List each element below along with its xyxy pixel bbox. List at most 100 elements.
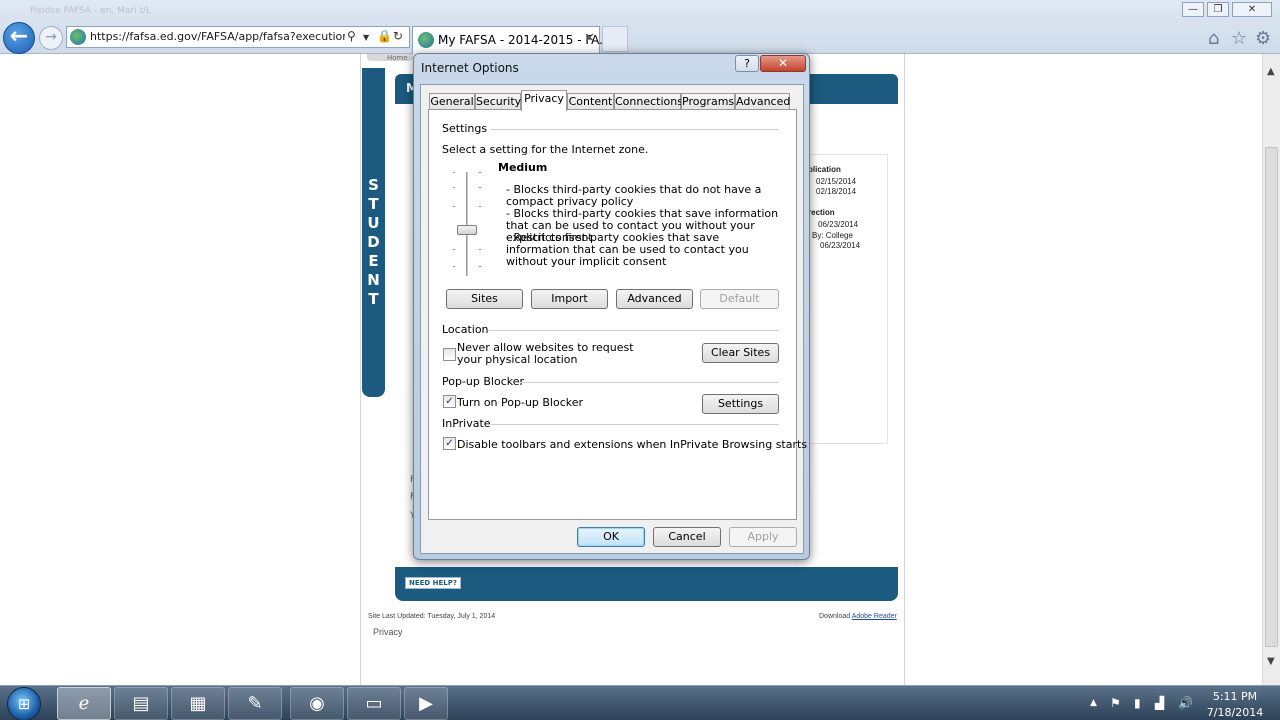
tab-security[interactable]: Security bbox=[475, 93, 521, 110]
start-button[interactable]: ⊞ bbox=[7, 687, 41, 720]
dialog-close-button[interactable]: ✕ bbox=[760, 55, 806, 72]
forward-button[interactable]: → bbox=[39, 26, 63, 50]
location-group-label: Location bbox=[442, 323, 489, 336]
need-help-button[interactable]: NEED HELP? bbox=[405, 577, 461, 589]
advanced-button[interactable]: Advanced bbox=[616, 289, 693, 309]
address-bar[interactable]: https://fafsa.ed.gov/FAFSA/app/fafsa?exe… bbox=[66, 26, 410, 48]
dialog-title: Internet Options bbox=[421, 61, 519, 75]
privacy-level-slider-track[interactable] bbox=[466, 172, 468, 276]
scroll-thumb[interactable] bbox=[1265, 147, 1278, 647]
privacy-level-description: - Restricts first-party cookies that sav… bbox=[506, 231, 749, 268]
application-status-panel: plication 02/15/2014 02/18/2014 rection … bbox=[805, 154, 888, 444]
sites-button[interactable]: Sites bbox=[446, 289, 523, 309]
browser-tab-fafsa[interactable]: My FAFSA - 2014-2015 - FA... ✕ bbox=[412, 26, 611, 54]
clock-time[interactable]: 5:11 PM bbox=[1205, 690, 1265, 703]
side-panel-heading: rection bbox=[808, 208, 835, 217]
lock-icon[interactable]: 🔒 bbox=[377, 29, 392, 43]
favorites-star-icon[interactable]: ☆ bbox=[1231, 28, 1247, 49]
side-panel-date: 06/23/2014 bbox=[820, 241, 861, 250]
network-signal-icon[interactable]: ▟ bbox=[1155, 696, 1164, 710]
restore-button[interactable]: ❐ bbox=[1207, 2, 1229, 17]
window-close-button[interactable]: ✕ bbox=[1232, 2, 1272, 17]
default-button[interactable]: Default bbox=[700, 289, 779, 309]
volume-icon[interactable]: 🔊 bbox=[1178, 696, 1193, 710]
download-label: Download bbox=[819, 613, 851, 620]
battery-icon[interactable]: ▮ bbox=[1134, 696, 1141, 710]
site-globe-icon bbox=[70, 29, 86, 45]
internet-options-dialog: Internet Options ? ✕ General Security Pr… bbox=[413, 53, 810, 560]
privacy-level-slider-thumb[interactable] bbox=[457, 225, 477, 235]
clear-sites-button[interactable]: Clear Sites bbox=[702, 343, 779, 363]
popup-blocker-checkbox[interactable]: ✓ bbox=[443, 395, 456, 408]
side-panel-heading: plication bbox=[808, 165, 841, 174]
taskbar-folder-icon[interactable]: ▭ bbox=[347, 687, 401, 720]
tab-general[interactable]: General bbox=[429, 93, 475, 110]
tab-close-icon[interactable]: ✕ bbox=[584, 31, 595, 46]
search-icon[interactable]: ⚲ bbox=[347, 29, 356, 43]
tab-advanced[interactable]: Advanced bbox=[735, 93, 790, 110]
tab-content[interactable]: Content bbox=[567, 93, 614, 110]
student-letter: E bbox=[368, 252, 379, 270]
inprivate-checkbox[interactable]: ✓ bbox=[443, 437, 456, 450]
taskbar-tools-icon[interactable]: ✎ bbox=[228, 687, 282, 720]
tab-connections[interactable]: Connections bbox=[614, 93, 683, 110]
slider-tick bbox=[479, 172, 481, 173]
ok-button[interactable]: OK bbox=[577, 527, 645, 547]
tools-gear-icon[interactable]: ⚙ bbox=[1255, 28, 1271, 49]
apply-button[interactable]: Apply bbox=[729, 527, 797, 547]
privacy-tab-panel: Settings Select a setting for the Intern… bbox=[428, 109, 807, 520]
taskbar-internet-explorer-icon[interactable]: ℯ bbox=[57, 687, 111, 720]
privacy-link[interactable]: Privacy bbox=[373, 627, 403, 637]
settings-group-label: Settings bbox=[442, 122, 488, 135]
window-title-faded: Fixidse FAFSA - en, Mari t/L bbox=[30, 6, 152, 16]
dropdown-arrow-icon[interactable]: ▼ bbox=[363, 33, 369, 42]
tab-globe-icon bbox=[418, 32, 434, 48]
popup-settings-button[interactable]: Settings bbox=[702, 394, 779, 414]
home-tab[interactable]: Home bbox=[367, 54, 413, 61]
privacy-level-name: Medium bbox=[498, 161, 548, 174]
taskbar-media-player-icon[interactable]: ▶ bbox=[404, 687, 448, 720]
group-divider bbox=[491, 424, 779, 425]
dialog-body: General Security Privacy Content Connect… bbox=[420, 84, 807, 554]
scroll-down-arrow-icon[interactable]: ▼ bbox=[1267, 656, 1275, 667]
tab-programs[interactable]: Programs bbox=[681, 93, 735, 110]
student-letter: T bbox=[368, 195, 379, 213]
address-url[interactable]: https://fafsa.ed.gov/FAFSA/app/fafsa?exe… bbox=[90, 30, 345, 43]
student-letter: N bbox=[367, 271, 380, 289]
cancel-button[interactable]: Cancel bbox=[653, 527, 721, 547]
new-tab-button[interactable] bbox=[602, 26, 628, 52]
clock-date[interactable]: 7/18/2014 bbox=[1205, 706, 1265, 719]
location-checkbox[interactable] bbox=[443, 348, 456, 361]
group-divider bbox=[517, 382, 779, 383]
home-icon[interactable]: ⌂ bbox=[1208, 28, 1219, 49]
page-footer-band: NEED HELP? bbox=[395, 567, 898, 601]
student-side-banner: S T U D E N T bbox=[362, 68, 385, 397]
settings-instruction: Select a setting for the Internet zone. bbox=[442, 143, 649, 156]
tab-privacy[interactable]: Privacy bbox=[521, 90, 567, 111]
refresh-icon[interactable]: ↻ bbox=[393, 29, 403, 43]
scroll-up-arrow-icon[interactable]: ▲ bbox=[1267, 66, 1275, 77]
student-letter: U bbox=[367, 214, 380, 232]
popup-blocker-label: Turn on Pop-up Blocker bbox=[457, 396, 584, 409]
taskbar-app-icon[interactable]: ▤ bbox=[114, 687, 168, 720]
back-button[interactable]: ← bbox=[3, 22, 35, 54]
student-letter: D bbox=[367, 233, 380, 251]
vertical-scrollbar[interactable]: ▲ ▼ bbox=[1262, 54, 1280, 685]
group-divider bbox=[489, 330, 779, 331]
tray-expand-icon[interactable]: ▲ bbox=[1090, 698, 1097, 708]
group-divider bbox=[491, 129, 779, 130]
slider-tick bbox=[479, 206, 481, 207]
adobe-reader-link[interactable]: Adobe Reader bbox=[852, 613, 897, 620]
privacy-level-description: - Blocks third-party cookies that do not… bbox=[506, 183, 762, 208]
import-button[interactable]: Import bbox=[531, 289, 608, 309]
help-button[interactable]: ? bbox=[735, 55, 759, 72]
popup-group-label: Pop-up Blocker bbox=[442, 375, 525, 388]
taskbar-office-icon[interactable]: ▦ bbox=[171, 687, 225, 720]
minimize-button[interactable]: — bbox=[1182, 2, 1204, 17]
taskbar-chrome-icon[interactable]: ◉ bbox=[290, 687, 344, 720]
inprivate-checkbox-label: Disable toolbars and extensions when InP… bbox=[457, 438, 808, 451]
browser-chrome: Fixidse FAFSA - en, Mari t/L — ❐ ✕ ← → h… bbox=[0, 0, 1280, 54]
location-checkbox-label: Never allow websites to request your phy… bbox=[457, 341, 634, 366]
side-panel-text: By: College bbox=[812, 231, 853, 240]
action-center-flag-icon[interactable]: ⚑ bbox=[1110, 696, 1121, 710]
